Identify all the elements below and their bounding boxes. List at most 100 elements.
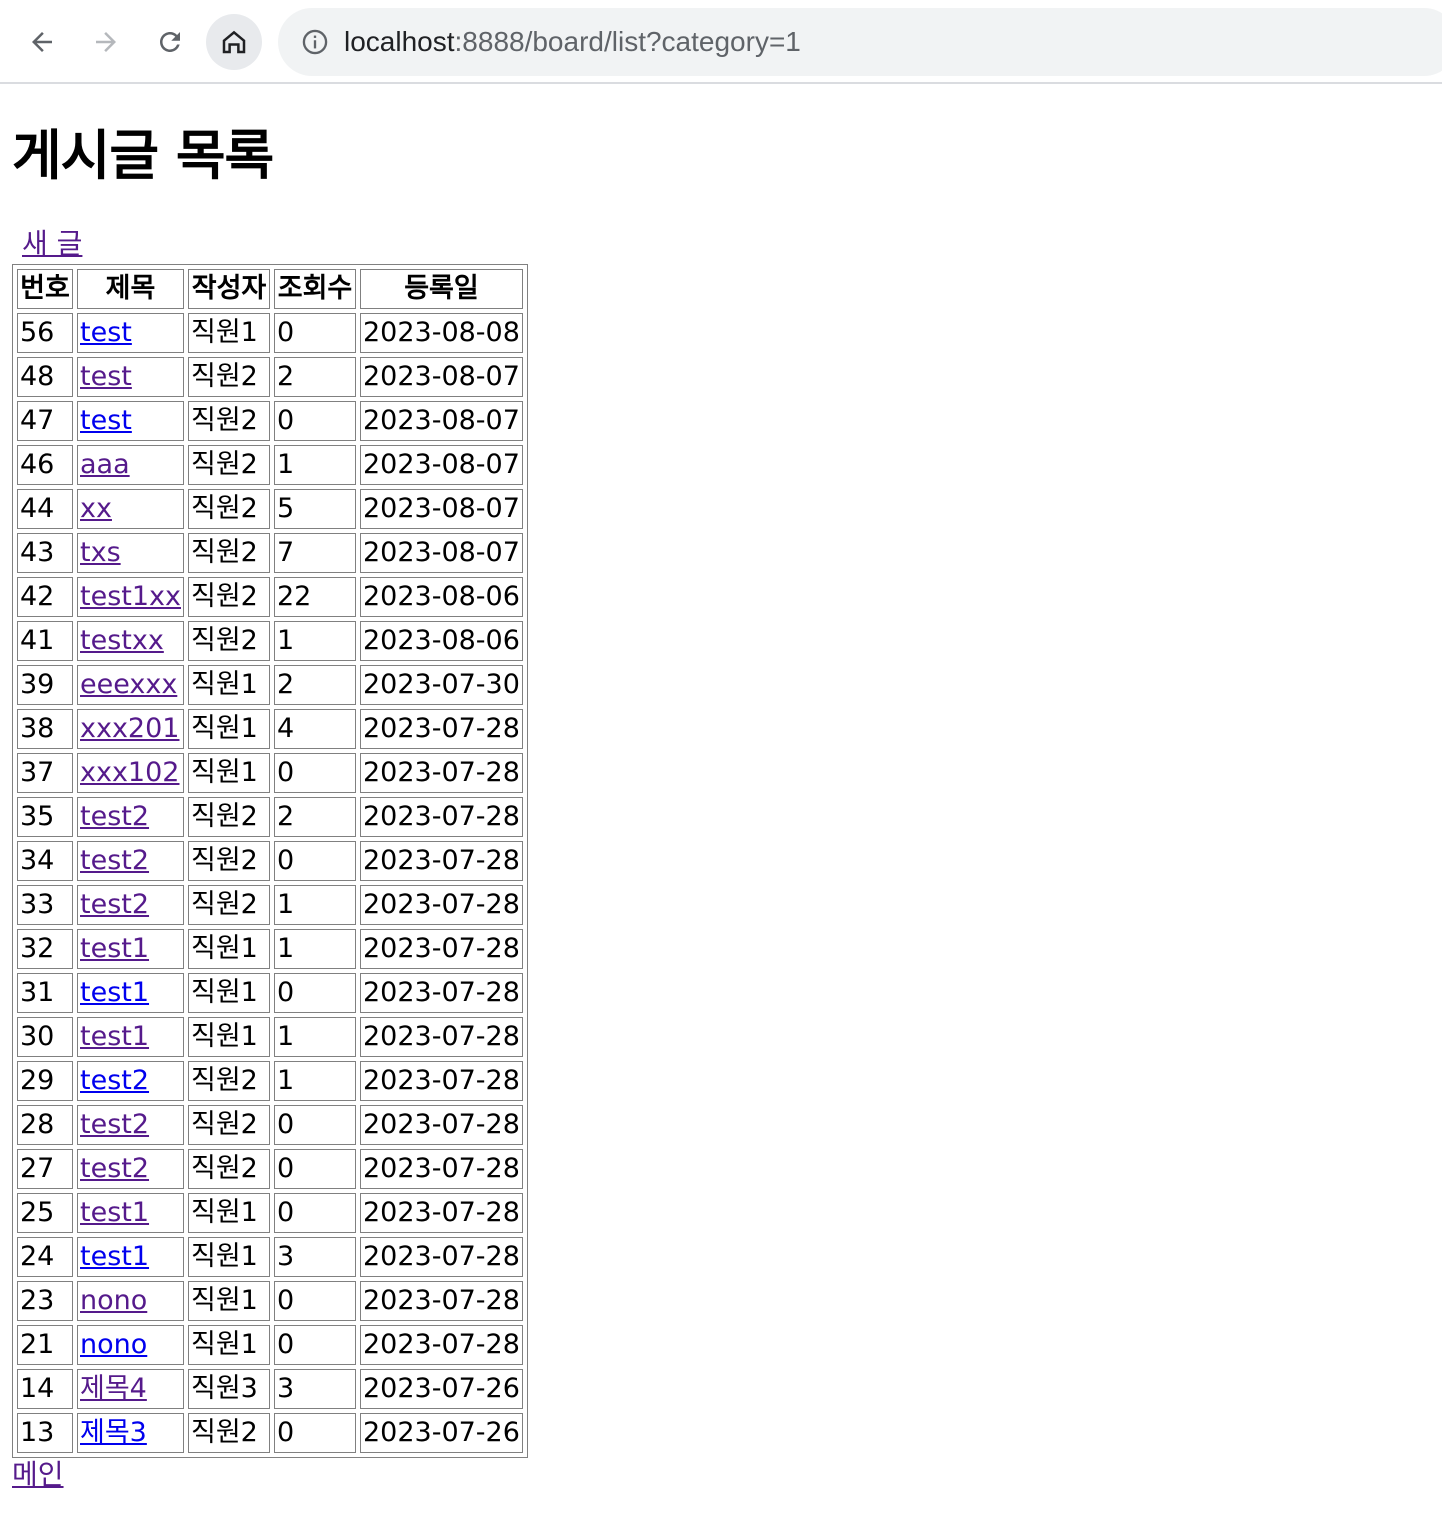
table-row: 37 xxx102 직원1 0 2023-07-28 bbox=[17, 753, 523, 793]
cell-date: 2023-07-28 bbox=[360, 841, 523, 881]
post-title-link[interactable]: 제목3 bbox=[80, 1417, 147, 1448]
main-link[interactable]: 메인 bbox=[12, 1458, 528, 1492]
table-row: 23 nono 직원1 0 2023-07-28 bbox=[17, 1281, 523, 1321]
new-post-link[interactable]: 새 글 bbox=[22, 224, 528, 264]
forward-button[interactable] bbox=[78, 14, 134, 70]
post-title-link[interactable]: eeexxx bbox=[80, 669, 177, 700]
table-row: 47 test 직원2 0 2023-08-07 bbox=[17, 401, 523, 441]
cell-title: test2 bbox=[77, 1105, 184, 1145]
back-button[interactable] bbox=[14, 14, 70, 70]
reload-button[interactable] bbox=[142, 14, 198, 70]
cell-title: txs bbox=[77, 533, 184, 573]
table-row: 38 xxx201 직원1 4 2023-07-28 bbox=[17, 709, 523, 749]
address-bar[interactable]: localhost:8888/board/list?category=1 bbox=[278, 8, 1442, 76]
cell-date: 2023-07-28 bbox=[360, 1237, 523, 1277]
cell-title: test1 bbox=[77, 1193, 184, 1233]
cell-number: 27 bbox=[17, 1149, 73, 1189]
post-title-link[interactable]: aaa bbox=[80, 449, 130, 480]
table-row: 32 test1 직원1 1 2023-07-28 bbox=[17, 929, 523, 969]
cell-date: 2023-07-28 bbox=[360, 1105, 523, 1145]
cell-date: 2023-07-28 bbox=[360, 1061, 523, 1101]
table-row: 27 test2 직원2 0 2023-07-28 bbox=[17, 1149, 523, 1189]
post-title-link[interactable]: test2 bbox=[80, 801, 149, 832]
cell-title: test1 bbox=[77, 973, 184, 1013]
cell-date: 2023-07-28 bbox=[360, 753, 523, 793]
cell-title: test bbox=[77, 357, 184, 397]
cell-views: 2 bbox=[274, 665, 356, 705]
cell-number: 32 bbox=[17, 929, 73, 969]
cell-views: 1 bbox=[274, 445, 356, 485]
cell-title: test1xx bbox=[77, 577, 184, 617]
home-button[interactable] bbox=[206, 14, 262, 70]
cell-date: 2023-08-07 bbox=[360, 533, 523, 573]
cell-date: 2023-08-07 bbox=[360, 401, 523, 441]
cell-views: 4 bbox=[274, 709, 356, 749]
forward-arrow-icon bbox=[96, 32, 116, 52]
cell-writer: 직원1 bbox=[188, 1281, 270, 1321]
post-title-link[interactable]: xxx201 bbox=[80, 713, 179, 744]
post-title-link[interactable]: test2 bbox=[80, 1065, 149, 1096]
cell-views: 5 bbox=[274, 489, 356, 529]
cell-date: 2023-07-28 bbox=[360, 797, 523, 837]
table-row: 56 test 직원1 0 2023-08-08 bbox=[17, 313, 523, 353]
post-title-link[interactable]: testxx bbox=[80, 625, 164, 656]
header-views: 조회수 bbox=[274, 269, 356, 309]
cell-writer: 직원1 bbox=[188, 1237, 270, 1277]
cell-title: nono bbox=[77, 1281, 184, 1321]
cell-number: 21 bbox=[17, 1325, 73, 1365]
post-title-link[interactable]: 제목4 bbox=[80, 1373, 147, 1404]
post-title-link[interactable]: test1 bbox=[80, 1197, 149, 1228]
page-title: 게시글 목록 bbox=[12, 124, 274, 187]
post-title-link[interactable]: test bbox=[80, 317, 132, 348]
info-icon[interactable] bbox=[300, 27, 330, 57]
cell-number: 25 bbox=[17, 1193, 73, 1233]
cell-writer: 직원2 bbox=[188, 841, 270, 881]
post-title-link[interactable]: test1xx bbox=[80, 581, 181, 612]
cell-title: test2 bbox=[77, 1061, 184, 1101]
post-title-link[interactable]: test1 bbox=[80, 1021, 149, 1052]
post-title-link[interactable]: test2 bbox=[80, 889, 149, 920]
table-row: 42 test1xx 직원2 22 2023-08-06 bbox=[17, 577, 523, 617]
cell-number: 30 bbox=[17, 1017, 73, 1057]
cell-writer: 직원2 bbox=[188, 797, 270, 837]
cell-title: test2 bbox=[77, 797, 184, 837]
cell-title: test1 bbox=[77, 929, 184, 969]
header-title: 제목 bbox=[77, 269, 184, 309]
post-title-link[interactable]: test2 bbox=[80, 1109, 149, 1140]
table-row: 44 xx 직원2 5 2023-08-07 bbox=[17, 489, 523, 529]
cell-title: 제목4 bbox=[77, 1369, 184, 1409]
post-title-link[interactable]: txs bbox=[80, 537, 121, 568]
table-row: 29 test2 직원2 1 2023-07-28 bbox=[17, 1061, 523, 1101]
post-title-link[interactable]: xx bbox=[80, 493, 112, 524]
post-title-link[interactable]: xxx102 bbox=[80, 757, 179, 788]
post-title-link[interactable]: test1 bbox=[80, 1241, 149, 1272]
post-title-link[interactable]: test1 bbox=[80, 977, 149, 1008]
cell-views: 0 bbox=[274, 841, 356, 881]
cell-writer: 직원1 bbox=[188, 665, 270, 705]
post-title-link[interactable]: test bbox=[80, 405, 132, 436]
cell-date: 2023-07-28 bbox=[360, 1193, 523, 1233]
cell-title: xx bbox=[77, 489, 184, 529]
post-title-link[interactable]: test bbox=[80, 361, 132, 392]
cell-title: xxx102 bbox=[77, 753, 184, 793]
post-title-link[interactable]: nono bbox=[80, 1329, 147, 1360]
cell-number: 35 bbox=[17, 797, 73, 837]
url-host: localhost bbox=[344, 26, 455, 57]
cell-number: 42 bbox=[17, 577, 73, 617]
cell-number: 39 bbox=[17, 665, 73, 705]
cell-number: 38 bbox=[17, 709, 73, 749]
post-title-link[interactable]: test2 bbox=[80, 1153, 149, 1184]
cell-writer: 직원2 bbox=[188, 1149, 270, 1189]
post-title-link[interactable]: test1 bbox=[80, 933, 149, 964]
cell-views: 0 bbox=[274, 1281, 356, 1321]
cell-views: 0 bbox=[274, 1193, 356, 1233]
cell-number: 41 bbox=[17, 621, 73, 661]
header-number: 번호 bbox=[17, 269, 73, 309]
cell-views: 3 bbox=[274, 1369, 356, 1409]
cell-date: 2023-08-07 bbox=[360, 357, 523, 397]
post-title-link[interactable]: nono bbox=[80, 1285, 147, 1316]
post-title-link[interactable]: test2 bbox=[80, 845, 149, 876]
reload-icon bbox=[160, 32, 180, 52]
cell-writer: 직원2 bbox=[188, 1105, 270, 1145]
cell-number: 14 bbox=[17, 1369, 73, 1409]
